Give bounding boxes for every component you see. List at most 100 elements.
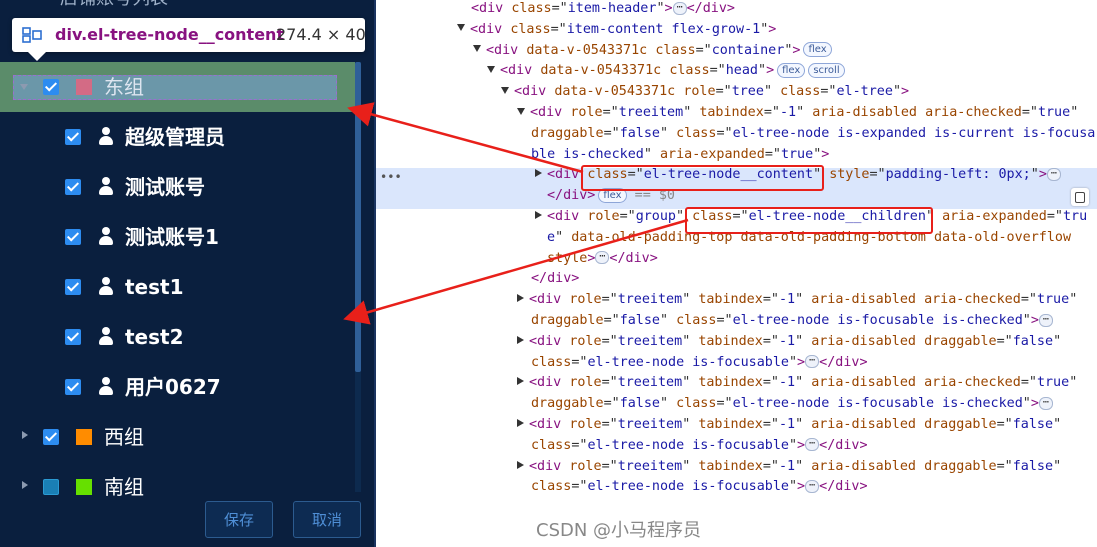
layout-badge[interactable]: scroll — [808, 62, 845, 78]
dom-line[interactable]: <div data-v-0543371c class="head"> flex sc… — [487, 60, 845, 81]
checkbox[interactable] — [65, 229, 81, 245]
dom-line[interactable]: <div role="treeitem" tabindex="-1" aria-… — [517, 331, 1061, 352]
tree-node-west-group[interactable]: 西组 — [0, 412, 355, 462]
tree-node-east-group[interactable]: 东组 — [0, 62, 355, 112]
ellipsis-badge[interactable]: ⋯ — [805, 355, 820, 369]
copy-icon[interactable] — [1071, 188, 1089, 206]
dom-line[interactable]: draggable="false" class="el-tree-node is… — [531, 123, 1095, 144]
dom-line[interactable]: ble is-checked" aria-expanded="true"> — [531, 144, 829, 165]
checkbox[interactable] — [43, 479, 59, 495]
dom-token: aria-expanded — [942, 209, 1047, 224]
child-label: test2 — [125, 325, 184, 349]
dom-token: el-tree-node is-focusable — [587, 354, 789, 370]
dom-line[interactable]: <div class="item-header"> ⋯ </div> — [471, 0, 735, 19]
tree-node-child[interactable]: 用户0627 — [0, 362, 355, 412]
dom-token: aria-disabled — [811, 292, 925, 308]
dom-line[interactable]: <div role="treeitem" tabindex="-1" aria-… — [517, 102, 1078, 123]
checkbox[interactable] — [43, 429, 59, 445]
expand-triangle-icon[interactable] — [517, 419, 524, 427]
dom-token: container — [711, 42, 785, 58]
layout-badge[interactable]: flex — [803, 42, 832, 58]
checkbox[interactable] — [65, 329, 81, 345]
expand-arrow-icon[interactable] — [22, 431, 28, 439]
dom-line[interactable]: <div data-v-0543371c class="container"> f… — [473, 40, 832, 61]
dom-token: =" — [762, 375, 779, 391]
ellipsis-badge[interactable]: ⋯ — [1038, 396, 1053, 410]
dom-line[interactable]: <div role="treeitem" tabindex="-1" aria-… — [517, 372, 1077, 393]
dom-token: " — [660, 313, 677, 328]
expand-arrow-icon[interactable] — [20, 84, 28, 90]
expand-triangle-icon[interactable] — [517, 335, 524, 344]
ellipsis-badge[interactable]: ⋯ — [672, 1, 687, 15]
ellipsis-badge[interactable]: ⋯ — [1046, 167, 1061, 181]
more-options-icon[interactable]: ••• — [380, 170, 402, 184]
dom-line[interactable]: </div> — [531, 268, 579, 289]
dom-token: class — [780, 84, 821, 100]
dom-token: =" — [619, 209, 636, 224]
dom-token: </div> — [609, 250, 658, 266]
ellipsis-badge[interactable]: ⋯ — [1038, 313, 1053, 327]
ellipsis-badge[interactable]: ⋯ — [805, 438, 820, 452]
dom-token: =" — [996, 417, 1013, 432]
dom-token: " — [643, 146, 660, 162]
layout-badge[interactable]: flex — [777, 62, 806, 78]
tree-node-child[interactable]: 测试账号 — [0, 162, 355, 212]
tree-node-child[interactable]: test1 — [0, 262, 355, 312]
tree-node-child[interactable]: 超级管理员 — [0, 112, 355, 162]
dom-token: <div — [529, 292, 570, 308]
dom-token: group — [635, 209, 676, 224]
dom-token: aria-disabled — [811, 375, 925, 391]
dom-line[interactable]: draggable="false" class="el-tree-node is… — [531, 310, 1053, 331]
dom-line[interactable]: class="el-tree-node is-focusable"> ⋯ </div… — [531, 435, 868, 456]
ellipsis-badge[interactable]: ⋯ — [805, 479, 820, 493]
checkbox[interactable] — [65, 129, 81, 145]
dom-token: " — [795, 333, 812, 349]
cancel-button[interactable]: 取消 — [293, 501, 361, 538]
checkbox[interactable] — [65, 379, 81, 395]
dom-token: =" — [1020, 375, 1037, 391]
dom-token: </div> — [819, 479, 868, 495]
dom-token: </div> — [819, 437, 868, 453]
expand-arrow-icon[interactable] — [22, 481, 28, 489]
checkbox[interactable] — [65, 179, 81, 195]
dom-token: role — [587, 209, 620, 224]
dom-token: " — [1030, 167, 1039, 183]
dom-token: > — [587, 250, 596, 266]
ellipsis-badge[interactable]: ⋯ — [595, 251, 610, 265]
save-button[interactable]: 保存 — [205, 501, 273, 538]
dom-token: " — [656, 1, 665, 16]
expand-triangle-icon[interactable] — [517, 377, 524, 386]
checkbox[interactable] — [65, 279, 81, 295]
dom-token: =" — [1020, 292, 1037, 308]
checkbox[interactable] — [43, 79, 59, 95]
dom-line[interactable]: <div role="treeitem" tabindex="-1" aria-… — [517, 289, 1077, 310]
scrollbar-thumb[interactable] — [355, 62, 361, 372]
dom-token: =" — [1046, 209, 1063, 224]
collapse-triangle-icon[interactable] — [457, 24, 465, 32]
dom-line[interactable]: <div data-v-0543371c role="tree" class="… — [501, 81, 909, 102]
expand-triangle-icon[interactable] — [517, 460, 524, 469]
user-icon — [98, 227, 114, 247]
collapse-triangle-icon[interactable] — [487, 65, 495, 73]
collapse-triangle-icon[interactable] — [501, 86, 509, 94]
dom-token: " — [682, 417, 699, 432]
dom-line[interactable]: style> ⋯ </div> — [547, 248, 658, 269]
collapse-triangle-icon[interactable] — [517, 107, 525, 115]
dom-token: =" — [601, 333, 618, 349]
dom-token: el-tree — [836, 84, 893, 100]
dom-line[interactable]: <div role="treeitem" tabindex="-1" aria-… — [517, 414, 1061, 435]
dom-token: " — [795, 417, 812, 432]
expand-triangle-icon[interactable] — [535, 169, 542, 178]
dom-line[interactable]: draggable="false" class="el-tree-node is… — [531, 393, 1053, 414]
dom-line[interactable]: <div class="item-content flex-grow-1"> — [457, 19, 776, 40]
dom-token: role — [569, 458, 602, 474]
collapse-triangle-icon[interactable] — [473, 45, 481, 53]
dom-line[interactable]: class="el-tree-node is-focusable"> ⋯ </div… — [531, 476, 868, 497]
dom-line[interactable]: class="el-tree-node is-focusable"> ⋯ </div… — [531, 352, 868, 373]
dom-token: =" — [762, 458, 779, 474]
tree-node-child[interactable]: test2 — [0, 312, 355, 362]
expand-triangle-icon[interactable] — [517, 294, 524, 303]
expand-triangle-icon[interactable] — [535, 211, 542, 219]
dom-line[interactable]: <div role="treeitem" tabindex="-1" aria-… — [517, 456, 1061, 477]
tree-node-child[interactable]: 测试账号1 — [0, 212, 355, 262]
